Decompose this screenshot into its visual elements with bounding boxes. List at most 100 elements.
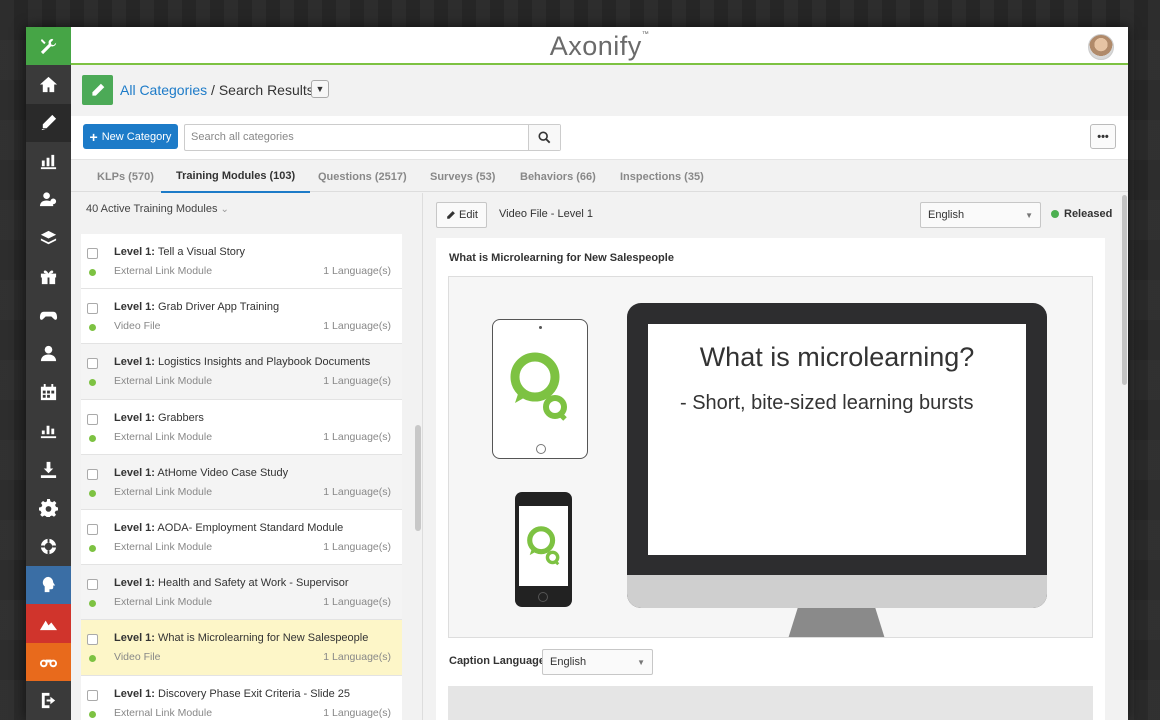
list-item[interactable]: Level 1: Grabbers External Link Module 1… (81, 399, 402, 455)
tab-questions[interactable]: Questions (2517) (318, 160, 407, 193)
module-detail-panel: Edit Video File - Level 1 English ▼ Rele… (423, 193, 1128, 720)
list-scrollbar[interactable] (415, 425, 421, 531)
module-languages: 1 Language(s) (323, 485, 391, 498)
list-item-selected[interactable]: Level 1: What is Microlearning for New S… (81, 620, 402, 676)
chevron-down-icon: ▼ (637, 658, 645, 667)
list-item[interactable]: Level 1: Discovery Phase Exit Criteria -… (81, 675, 402, 720)
module-languages: 1 Language(s) (323, 320, 391, 333)
gamepad-icon[interactable] (26, 296, 71, 335)
phone-illustration (515, 492, 572, 607)
language-select[interactable]: English ▼ (920, 202, 1041, 228)
status-dot (89, 269, 96, 276)
status-dot (89, 544, 96, 552)
axonify-q-icon (526, 526, 559, 566)
pencil-icon (447, 210, 455, 219)
pencil-icon[interactable] (26, 103, 71, 142)
breadcrumb: All Categories / Search Results (120, 82, 314, 98)
tab-behaviors[interactable]: Behaviors (66) (520, 160, 596, 193)
reports-icon[interactable] (26, 142, 71, 181)
bar-chart-icon[interactable] (26, 412, 71, 451)
plus-icon: + (89, 128, 98, 145)
module-list: Level 1: Tell a Visual Story External Li… (81, 234, 402, 720)
caption-preview-area (448, 686, 1093, 720)
edit-label: Edit (459, 209, 478, 221)
row-checkbox[interactable] (87, 248, 98, 259)
status-dot (89, 489, 96, 497)
tab-surveys[interactable]: Surveys (53) (430, 160, 495, 193)
search-box (184, 124, 561, 151)
module-languages: 1 Language(s) (323, 265, 391, 277)
gift-icon[interactable] (26, 258, 71, 297)
list-item[interactable]: Level 1: Tell a Visual Story External Li… (81, 234, 402, 290)
tab-training-modules[interactable]: Training Modules (103) (161, 160, 311, 193)
more-options-button[interactable]: ••• (1090, 124, 1116, 149)
list-item[interactable]: Level 1: AtHome Video Case Study Externa… (81, 454, 402, 510)
breadcrumb-current: Search Results (218, 82, 314, 98)
caption-language-value: English (550, 656, 587, 668)
module-languages: 1 Language(s) (323, 651, 391, 664)
row-checkbox[interactable] (87, 358, 98, 370)
slide-bullet: - Short, bite-sized learning bursts (680, 392, 974, 414)
row-checkbox[interactable] (87, 413, 98, 425)
video-preview[interactable]: What is microlearning? - Short, bite-siz… (448, 276, 1093, 638)
row-checkbox[interactable] (87, 579, 98, 591)
module-languages: 1 Language(s) (323, 540, 391, 553)
sidebar (26, 27, 71, 720)
new-category-button[interactable]: + New Category (83, 124, 178, 149)
row-checkbox[interactable] (87, 303, 98, 315)
file-title: Video File - Level 1 (499, 208, 593, 220)
module-type: Video File (114, 651, 161, 664)
search-input[interactable] (191, 131, 521, 143)
chevron-down-icon[interactable]: ▼ (311, 80, 329, 98)
tablet-illustration (492, 319, 588, 459)
module-type: External Link Module (114, 596, 213, 609)
list-item[interactable]: Level 1: Logistics Insights and Playbook… (81, 344, 402, 400)
module-type: External Link Module (114, 485, 213, 498)
lifebuoy-icon[interactable] (26, 527, 71, 566)
row-checkbox[interactable] (87, 689, 98, 701)
breadcrumb-separator: / (207, 82, 219, 98)
tab-klps[interactable]: KLPs (570) (97, 160, 154, 193)
list-item[interactable]: Level 1: Grab Driver App Training Video … (81, 289, 402, 345)
settings-icon[interactable] (26, 489, 71, 528)
edit-button[interactable]: Edit (436, 202, 487, 228)
module-name: Level 1: AODA- Employment Standard Modul… (114, 521, 344, 534)
brain-icon[interactable] (26, 565, 71, 604)
tools-icon[interactable] (26, 27, 71, 65)
tab-inspections[interactable]: Inspections (35) (620, 160, 704, 193)
module-name: Level 1: Grab Driver App Training (114, 301, 280, 314)
logout-icon[interactable] (26, 681, 71, 720)
home-icon[interactable] (26, 65, 71, 104)
caption-language-label: Caption Language (449, 655, 545, 667)
active-modules-filter[interactable]: 40 Active Training Modules ⌄ (86, 203, 229, 215)
module-name: Level 1: Logistics Insights and Playbook… (114, 356, 371, 369)
row-checkbox[interactable] (87, 523, 98, 535)
calendar-icon[interactable] (26, 373, 71, 412)
download-icon[interactable] (26, 450, 71, 489)
status-dot (89, 379, 96, 387)
module-languages: 1 Language(s) (323, 706, 391, 719)
content-card: What is Microlearning for New Salespeopl… (436, 238, 1105, 720)
caption-language-select[interactable]: English ▼ (542, 649, 653, 675)
detail-scrollbar[interactable] (1121, 193, 1128, 393)
layers-icon[interactable] (26, 219, 71, 258)
mountain-icon[interactable] (26, 604, 71, 643)
list-item[interactable]: Level 1: Health and Safety at Work - Sup… (81, 565, 402, 621)
content-title: What is Microlearning for New Salespeopl… (449, 252, 674, 264)
avatar[interactable] (1088, 34, 1114, 60)
search-button[interactable] (528, 125, 560, 150)
module-type: External Link Module (114, 540, 213, 553)
row-checkbox[interactable] (87, 634, 98, 646)
binoculars-icon[interactable] (26, 642, 71, 681)
status-dot (89, 655, 96, 663)
row-checkbox[interactable] (87, 468, 98, 480)
list-item[interactable]: Level 1: AODA- Employment Standard Modul… (81, 509, 402, 566)
status-label: Released (1064, 208, 1113, 220)
users-group-icon[interactable] (26, 181, 71, 220)
user-icon[interactable] (26, 335, 71, 374)
chevron-down-icon: ▼ (1025, 211, 1033, 220)
new-category-label: New Category (101, 130, 172, 143)
module-name: Level 1: Tell a Visual Story (114, 246, 246, 258)
breadcrumb-all-categories[interactable]: All Categories (120, 82, 207, 98)
monitor-illustration: What is microlearning? - Short, bite-siz… (627, 303, 1047, 608)
